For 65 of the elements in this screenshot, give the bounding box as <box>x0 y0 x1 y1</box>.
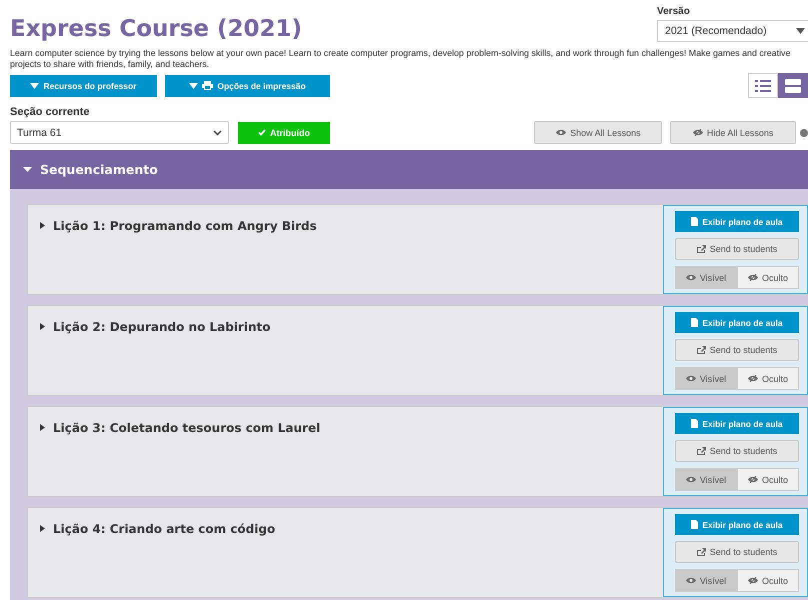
eye-slash-icon <box>748 476 758 483</box>
printer-icon <box>202 81 214 90</box>
course-title: Express Course (2021) <box>10 16 302 42</box>
document-icon <box>691 520 698 530</box>
caret-icon[interactable] <box>40 525 45 532</box>
eye-slash-icon <box>692 129 703 136</box>
eye-slash-icon <box>748 274 758 281</box>
version-select[interactable]: 2021 (Recomendado) <box>657 20 808 42</box>
visible-toggle[interactable]: Visível <box>675 569 737 592</box>
share-icon <box>696 548 706 556</box>
lesson-title[interactable]: Lição 2: Depurando no Labirinto <box>53 320 270 334</box>
send-to-students-button[interactable]: Send to students <box>675 541 799 563</box>
show-all-lessons-button[interactable]: Show All Lessons <box>534 121 662 144</box>
hidden-toggle[interactable]: Oculto <box>737 367 799 390</box>
send-to-students-button[interactable]: Send to students <box>675 440 799 462</box>
eye-icon <box>686 476 696 483</box>
chevron-icon <box>212 130 222 136</box>
eye-slash-icon <box>748 577 758 584</box>
send-to-students-button[interactable]: Send to students <box>675 238 799 260</box>
view-lesson-plan-button[interactable]: Exibir plano de aula <box>675 514 799 536</box>
eye-icon <box>686 577 696 584</box>
section-select[interactable]: Turma 61 <box>10 121 229 144</box>
info-icon[interactable] <box>800 128 808 136</box>
eye-icon <box>556 129 566 136</box>
detail-view-button[interactable] <box>778 73 808 98</box>
share-icon <box>696 245 706 254</box>
lesson-title[interactable]: Lição 1: Programando com Angry Birds <box>53 219 317 233</box>
list-view-button[interactable] <box>748 73 778 98</box>
hidden-toggle[interactable]: Oculto <box>737 569 799 592</box>
caret-icon <box>796 28 805 34</box>
hide-all-lessons-button[interactable]: Hide All Lessons <box>670 121 796 144</box>
view-lesson-plan-button[interactable]: Exibir plano de aula <box>675 413 799 434</box>
caret-icon[interactable] <box>40 424 45 431</box>
version-label: Versão <box>657 6 691 17</box>
unit-header[interactable]: Sequenciamento <box>10 150 808 189</box>
hidden-toggle[interactable]: Oculto <box>737 266 799 289</box>
course-description: Learn computer science by trying the lessons below at your own pace! Learn to create computer programs, develop problem-solving skills, and work through fun challenges! Make games and creative projects to share with friends, family, and teachers. <box>10 48 792 70</box>
teacher-resources-button[interactable]: Recursos do professor <box>10 74 157 96</box>
document-icon <box>691 318 698 328</box>
caret-icon <box>23 165 32 174</box>
view-lesson-plan-button[interactable]: Exibir plano de aula <box>675 312 799 334</box>
caret-icon <box>30 82 40 88</box>
check-icon <box>258 129 266 136</box>
section-label: Seção corrente <box>9 105 90 120</box>
eye-icon <box>686 375 696 382</box>
list-icon <box>755 80 771 92</box>
detail-list-icon <box>785 78 801 92</box>
view-lesson-plan-button[interactable]: Exibir plano de aula <box>675 211 799 232</box>
lesson-title[interactable]: Lição 3: Coletando tesouros com Laurel <box>53 421 320 435</box>
eye-icon <box>686 274 696 281</box>
eye-slash-icon <box>748 375 758 382</box>
hidden-toggle[interactable]: Oculto <box>737 468 799 491</box>
share-icon <box>696 346 706 354</box>
caret-icon[interactable] <box>40 222 45 229</box>
print-options-button[interactable]: Opções de impressão <box>165 74 330 96</box>
document-icon <box>691 217 698 226</box>
send-to-students-button[interactable]: Send to students <box>675 339 799 361</box>
visible-toggle[interactable]: Visível <box>675 266 737 289</box>
caret-icon[interactable] <box>40 323 45 330</box>
lesson-title[interactable]: Lição 4: Criando arte com código <box>53 522 276 536</box>
document-icon <box>691 419 698 428</box>
visible-toggle[interactable]: Visível <box>675 367 737 390</box>
share-icon <box>696 447 706 456</box>
caret-icon <box>189 82 198 88</box>
visible-toggle[interactable]: Visível <box>675 468 737 491</box>
